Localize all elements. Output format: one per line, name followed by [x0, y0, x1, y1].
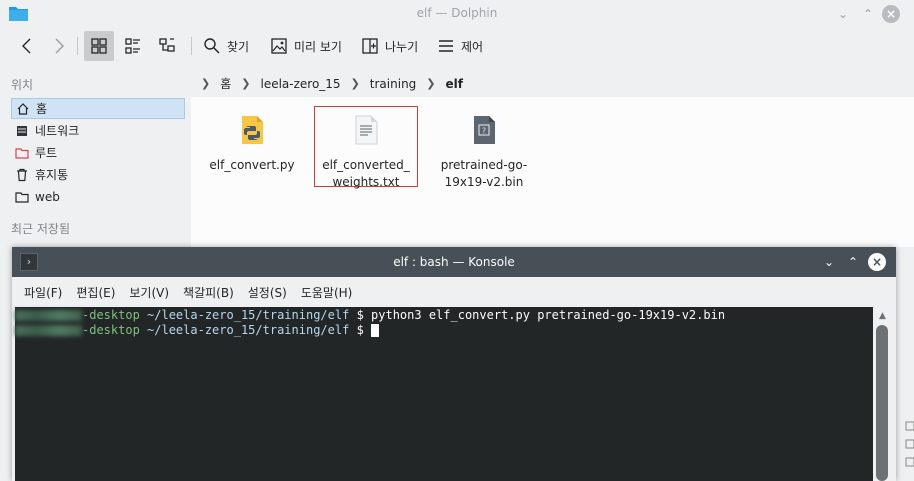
konsole-menubar: 파일(F) 편집(E) 보기(V) 책갈피(B) 설정(S) 도움말(H) [12, 277, 896, 307]
recent-header: 최근 저장됨 [11, 222, 71, 236]
dolphin-titlebar[interactable]: elf — Dolphin ⌄ ⌃ × [0, 0, 914, 27]
dolphin-edge-icons [905, 421, 914, 467]
breadcrumb-separator-icon: ❯ [426, 77, 436, 90]
minimize-button[interactable]: ⌄ [834, 5, 852, 23]
file-name: pretrained-go- [440, 158, 528, 172]
binary-file-icon: ? [474, 116, 495, 144]
arrow-right-icon [55, 38, 64, 54]
toolbar-separator [191, 37, 192, 55]
sidebar-item-label: 휴지통 [35, 168, 69, 182]
prompt-symbol: $ [356, 323, 364, 337]
scrollbar-thumb[interactable] [876, 325, 888, 481]
file-item[interactable]: elf_convert.py [200, 110, 304, 174]
konsole-close-button[interactable]: × [868, 253, 886, 271]
sidebar-item-home[interactable]: 홈 [11, 98, 185, 119]
network-icon [17, 125, 27, 136]
icons-view-button[interactable] [84, 31, 114, 61]
control-label: 제어 [461, 39, 484, 54]
preview-label: 미리 보기 [294, 39, 342, 54]
breadcrumb: ❯ 홈 ❯ leela-zero_15 ❯ training ❯ elf [191, 70, 463, 97]
places-panel: 위치 홈 네트워크 루트 휴지통 web 최근 저장됨 [0, 70, 190, 250]
terminal-area[interactable]: -desktop ~/leela-zero_15/training/elf $ … [15, 307, 873, 481]
image-preview-icon [271, 38, 287, 54]
places-header: 위치 [11, 78, 34, 92]
redacted-username [15, 310, 82, 321]
redacted-username [15, 325, 82, 336]
menu-edit[interactable]: 편집(E) [76, 284, 115, 301]
sidebar-item-label: 네트워크 [35, 124, 80, 138]
menu-help[interactable]: 도움말(H) [301, 284, 353, 301]
menu-bookmarks[interactable]: 책갈피(B) [183, 284, 234, 301]
file-name: elf_converted_ [322, 158, 410, 172]
file-item-selected[interactable]: elf_converted_ weights.txt [314, 106, 418, 189]
breadcrumb-elf[interactable]: elf [446, 77, 463, 91]
breadcrumb-separator-icon: ❯ [241, 77, 251, 90]
svg-text:?: ? [482, 127, 486, 136]
prompt-path: ~/leela-zero_15/training/elf [147, 308, 350, 322]
toolbar-separator [77, 37, 78, 55]
terminal-line: -desktop ~/leela-zero_15/training/elf $ … [15, 308, 873, 323]
sidebar-item-web[interactable]: web [11, 186, 185, 207]
prompt-path: ~/leela-zero_15/training/elf [147, 323, 350, 337]
python-file-icon [242, 116, 263, 144]
text-file-icon [355, 115, 378, 145]
konsole-minimize-button[interactable]: ⌄ [820, 253, 838, 271]
sidebar-item-trash[interactable]: 휴지통 [11, 164, 185, 185]
file-name-line2: 19x19-v2.bin [444, 175, 524, 189]
compact-view-button[interactable] [118, 31, 148, 61]
prompt-host: -desktop [82, 323, 140, 337]
details-view-button[interactable] [152, 31, 182, 61]
terminal-line: -desktop ~/leela-zero_15/training/elf $ [15, 323, 873, 338]
folder-red-icon [15, 147, 29, 159]
breadcrumb-training[interactable]: training [370, 77, 417, 91]
maximize-button[interactable]: ⌃ [859, 5, 877, 23]
konsole-maximize-button[interactable]: ⌃ [844, 253, 862, 271]
dolphin-window-title: elf — Dolphin [416, 6, 498, 20]
sidebar-item-label: 홈 [36, 102, 48, 116]
dolphin-toolbar: 찾기 미리 보기 나누기 제어 [0, 27, 914, 67]
split-view-icon [362, 38, 378, 54]
control-menu-button[interactable]: 제어 [432, 31, 488, 61]
grid-view-icon [91, 38, 107, 54]
text-cursor [371, 324, 380, 337]
file-item[interactable]: ? pretrained-go- 19x19-v2.bin [432, 110, 536, 191]
split-label: 나누기 [385, 39, 419, 54]
menu-file[interactable]: 파일(F) [24, 284, 62, 301]
konsole-titlebar[interactable]: › elf : bash — Konsole ⌄ ⌃ × [12, 247, 896, 277]
arrow-left-icon [22, 38, 31, 54]
sidebar-item-label: web [35, 189, 60, 204]
file-name: elf_convert.py [209, 158, 295, 172]
breadcrumb-separator-icon: ❯ [350, 77, 360, 90]
home-icon [17, 102, 29, 115]
breadcrumb-leela-zero[interactable]: leela-zero_15 [260, 77, 340, 91]
sidebar-item-network[interactable]: 네트워크 [11, 120, 185, 141]
scroll-up-arrow-icon[interactable]: ▲ [879, 311, 889, 321]
sidebar-item-label: 루트 [35, 146, 58, 160]
breadcrumb-home[interactable]: 홈 [220, 75, 231, 92]
sidebar-item-root[interactable]: 루트 [11, 142, 185, 163]
menu-view[interactable]: 보기(V) [129, 284, 169, 301]
close-button[interactable]: × [882, 5, 900, 23]
breadcrumb-separator-icon: ❯ [201, 77, 211, 90]
tree-view-icon [159, 38, 175, 52]
list-view-icon [125, 38, 140, 54]
find-label: 찾기 [227, 39, 250, 54]
prompt-host: -desktop [82, 308, 140, 322]
search-icon [204, 38, 220, 54]
folder-icon [15, 191, 29, 203]
preview-button[interactable]: 미리 보기 [265, 31, 347, 61]
konsole-window-title: elf : bash — Konsole [393, 255, 515, 269]
menu-settings[interactable]: 설정(S) [248, 284, 287, 301]
command-text: python3 elf_convert.py pretrained-go-19x… [371, 308, 726, 322]
terminal-scrollbar[interactable]: ▲ [873, 307, 896, 481]
find-button[interactable]: 찾기 [198, 31, 254, 61]
hamburger-menu-icon [439, 40, 453, 52]
konsole-window: › elf : bash — Konsole ⌄ ⌃ × 파일(F) 편집(E)… [12, 247, 896, 481]
trash-icon [17, 168, 27, 181]
back-button[interactable] [12, 31, 42, 61]
file-name-line2: weights.txt [332, 175, 400, 189]
forward-button[interactable] [44, 31, 74, 61]
prompt-symbol: $ [356, 308, 364, 322]
split-button[interactable]: 나누기 [356, 31, 423, 61]
